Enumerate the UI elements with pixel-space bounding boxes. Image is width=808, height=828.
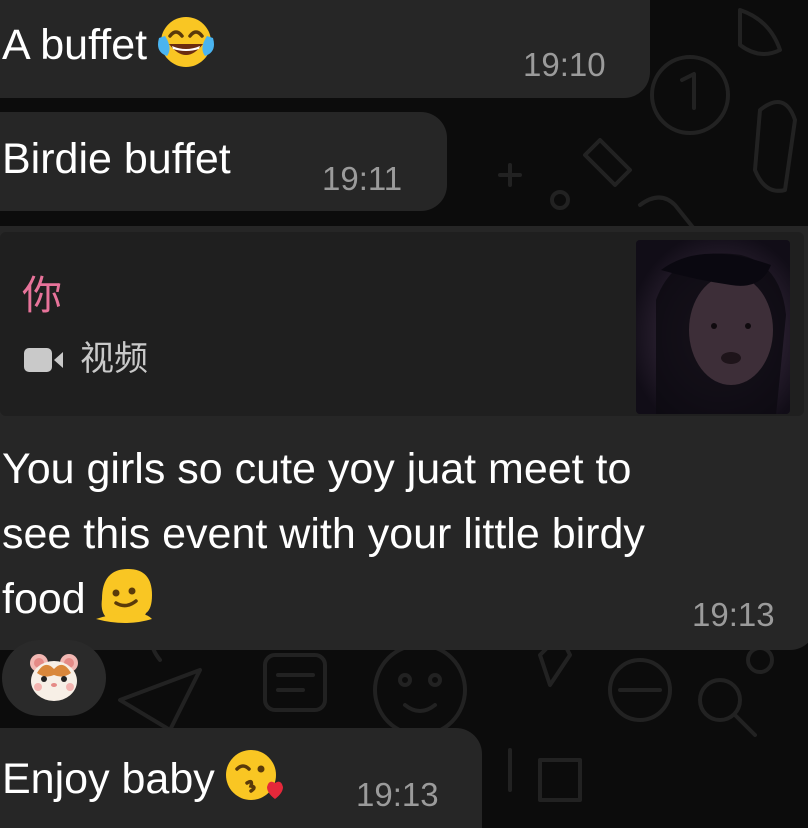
message-text: Enjoy baby	[2, 749, 283, 805]
hamster-face-icon	[30, 654, 78, 701]
reply-media-label: 视频	[80, 340, 148, 378]
message-text-line-3: food	[2, 568, 156, 625]
message-text: A buffet	[2, 16, 215, 70]
message-timestamp: 19:13	[356, 776, 439, 813]
message-timestamp: 19:10	[523, 46, 606, 83]
message-bubble-2[interactable]: Birdie buffet 19:11	[0, 112, 447, 211]
melting-face-icon	[95, 568, 152, 623]
message-bubble-4[interactable]: Enjoy baby 19:13	[0, 728, 482, 828]
message-timestamp: 19:11	[322, 160, 403, 197]
message-timestamp: 19:13	[692, 596, 775, 633]
message-text: Birdie buffet	[2, 135, 231, 183]
message-text-line-2: see this event with your little birdy	[2, 510, 645, 558]
message-bubble-3[interactable]: 你 视频 You girls so cute yoy juat meet to …	[0, 226, 808, 650]
video-thumbnail[interactable]	[636, 240, 790, 414]
face-blowing-a-kiss-icon	[225, 749, 283, 800]
message-bubble-1[interactable]: A buffet 19:10	[0, 0, 650, 98]
message-text-line-1: You girls so cute yoy juat meet to	[2, 445, 632, 493]
quoted-reply[interactable]: 你 视频	[0, 232, 804, 416]
reaction-chip[interactable]	[2, 640, 106, 716]
reply-sender: 你	[22, 274, 62, 318]
face-with-tears-of-joy-icon	[158, 16, 215, 67]
video-camera-icon	[24, 346, 64, 374]
